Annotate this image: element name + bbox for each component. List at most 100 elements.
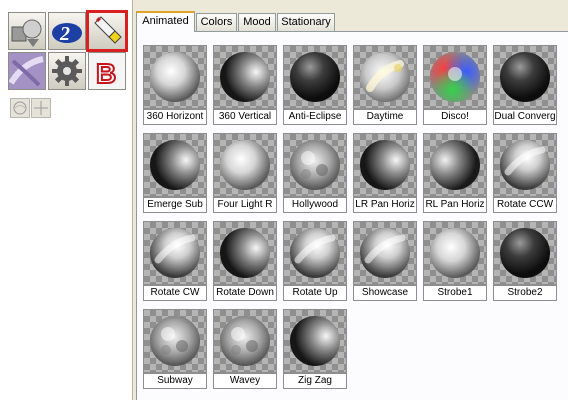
preset-label: Dual Converg [493, 109, 557, 125]
purple-texture-tool-button[interactable] [8, 52, 46, 90]
preset-swatch[interactable]: Four Light R [213, 133, 277, 213]
preset-swatch[interactable]: Daytime [353, 45, 417, 125]
svg-text:2: 2 [59, 23, 70, 45]
blue-logo-tool-button[interactable]: 2 [48, 12, 86, 50]
blue-logo-icon: 2 [52, 23, 82, 45]
preset-thumbnail[interactable] [213, 45, 277, 109]
preset-label: Subway [143, 373, 207, 389]
lit-sphere-preview [150, 228, 200, 278]
sphere-preview-button[interactable] [10, 98, 30, 118]
preset-thumbnail[interactable] [493, 45, 557, 109]
preset-label: RL Pan Horiz [423, 197, 487, 213]
preset-thumbnail[interactable] [213, 309, 277, 373]
preset-label: 360 Vertical [213, 109, 277, 125]
preset-swatch[interactable]: Showcase [353, 221, 417, 301]
preset-thumbnail[interactable] [423, 221, 487, 285]
preset-label: Wavey [213, 373, 277, 389]
preset-swatch[interactable]: Rotate Up [283, 221, 347, 301]
preset-thumbnail[interactable] [283, 133, 347, 197]
lit-sphere-preview [220, 316, 270, 366]
preset-thumbnail[interactable] [493, 133, 557, 197]
lit-sphere-preview [290, 52, 340, 102]
swatch-grid: 360 Horizont 360 Vertical Anti-Eclipse Dayt… [136, 31, 568, 400]
preset-thumbnail[interactable] [143, 133, 207, 197]
preset-thumbnail[interactable] [143, 45, 207, 109]
preset-thumbnail[interactable] [283, 309, 347, 373]
tab-mood[interactable]: Mood [238, 13, 276, 31]
preset-thumbnail[interactable] [353, 133, 417, 197]
preset-label: Zig Zag [283, 373, 347, 389]
preset-swatch[interactable]: Disco! [423, 45, 487, 125]
tab-animated[interactable]: Animated [136, 11, 195, 32]
lit-sphere-preview [430, 52, 480, 102]
preset-thumbnail[interactable] [353, 45, 417, 109]
gear-icon [52, 56, 82, 86]
tab-colors[interactable]: Colors [196, 13, 237, 31]
preset-label: Rotate Down [213, 285, 277, 301]
preset-thumbnail[interactable] [143, 221, 207, 285]
preset-label: Rotate CCW [493, 197, 557, 213]
preset-label: Four Light R [213, 197, 277, 213]
preset-label: 360 Horizont [143, 109, 207, 125]
lit-sphere-preview [150, 52, 200, 102]
preset-swatch[interactable]: Zig Zag [283, 309, 347, 389]
lit-sphere-preview [290, 316, 340, 366]
grid-icon [34, 101, 48, 115]
preset-label: Daytime [353, 109, 417, 125]
preset-thumbnail[interactable] [423, 133, 487, 197]
preset-thumbnail[interactable] [493, 221, 557, 285]
preset-swatch[interactable]: Emerge Sub [143, 133, 207, 213]
tab-stationary[interactable]: Stationary [277, 13, 335, 31]
lit-sphere-preview [500, 228, 550, 278]
lit-sphere-preview [430, 228, 480, 278]
lit-sphere-preview [430, 140, 480, 190]
preset-thumbnail[interactable] [283, 221, 347, 285]
preset-swatch[interactable]: 360 Vertical [213, 45, 277, 125]
preset-swatch[interactable]: Rotate CW [143, 221, 207, 301]
cube-sphere-tool-button[interactable] [8, 12, 46, 50]
preset-label: Hollywood [283, 197, 347, 213]
preset-thumbnail[interactable] [423, 45, 487, 109]
preset-label: Showcase [353, 285, 417, 301]
tool-palette: 2 B [0, 0, 133, 400]
lit-sphere-preview [290, 140, 340, 190]
lit-sphere-preview [500, 140, 550, 190]
preset-swatch[interactable]: Dual Converg [493, 45, 557, 125]
lit-sphere-preview [220, 140, 270, 190]
bevel-b-tool-button[interactable]: B [88, 52, 126, 90]
lit-sphere-preview [150, 140, 200, 190]
preset-swatch[interactable]: Anti-Eclipse [283, 45, 347, 125]
lit-sphere-preview [360, 52, 410, 102]
preset-swatch[interactable]: Strobe2 [493, 221, 557, 301]
preset-swatch[interactable]: RL Pan Horiz [423, 133, 487, 213]
preset-thumbnail[interactable] [143, 309, 207, 373]
flashlight-icon [94, 16, 122, 44]
preset-swatch[interactable]: LR Pan Horiz [353, 133, 417, 213]
lit-sphere-preview [220, 52, 270, 102]
preset-swatch[interactable]: 360 Horizont [143, 45, 207, 125]
preset-swatch[interactable]: Rotate CCW [493, 133, 557, 213]
preset-swatch[interactable]: Wavey [213, 309, 277, 389]
preset-label: Rotate CW [143, 285, 207, 301]
lit-sphere-preview [360, 140, 410, 190]
lit-sphere-preview [360, 228, 410, 278]
preset-label: LR Pan Horiz [353, 197, 417, 213]
preset-swatch[interactable]: Subway [143, 309, 207, 389]
preset-swatch[interactable]: Hollywood [283, 133, 347, 213]
preset-thumbnail[interactable] [283, 45, 347, 109]
lit-sphere-preview [500, 52, 550, 102]
lit-sphere-preview [290, 228, 340, 278]
gear-tool-button[interactable] [48, 52, 86, 90]
preset-thumbnail[interactable] [213, 221, 277, 285]
light-presets-pane: Animated Colors Mood Stationary 360 Hori… [133, 0, 568, 400]
preset-label: Emerge Sub [143, 197, 207, 213]
lit-sphere-preview [220, 228, 270, 278]
preset-thumbnail[interactable] [213, 133, 277, 197]
svg-text:B: B [96, 58, 116, 89]
preset-thumbnail[interactable] [353, 221, 417, 285]
preset-swatch[interactable]: Rotate Down [213, 221, 277, 301]
grid-preview-button[interactable] [31, 98, 51, 118]
preset-label: Rotate Up [283, 285, 347, 301]
preset-swatch[interactable]: Strobe1 [423, 221, 487, 301]
flashlight-tool-button[interactable] [86, 10, 128, 52]
